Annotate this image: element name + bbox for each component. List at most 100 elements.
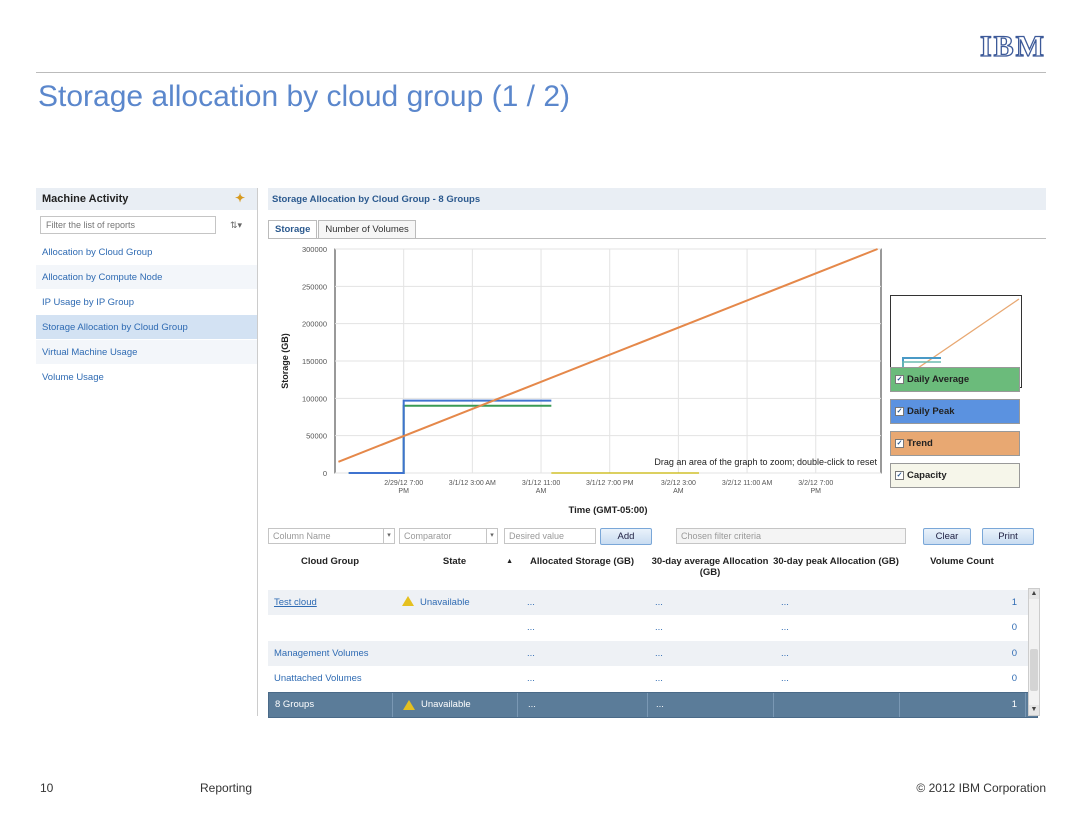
column-header-state[interactable]: State ▲ [392, 554, 517, 590]
peak-cell: ... [781, 622, 789, 634]
legend-daily-peak[interactable]: ✓ Daily Peak [890, 399, 1020, 424]
allocated-cell: ... [527, 673, 535, 685]
x-tick-label-line2: PM [811, 488, 822, 495]
avg-cell: ... [655, 647, 663, 659]
y-tick-label: 50000 [306, 432, 327, 441]
total-group-cell: 8 Groups [269, 693, 393, 717]
print-button[interactable]: Print [982, 528, 1034, 545]
title-rule [36, 72, 1046, 73]
y-tick-label: 150000 [302, 357, 327, 366]
sidebar-title: Machine Activity [42, 193, 129, 205]
x-tick-label: 3/2/12 7:00 [798, 480, 833, 487]
total-peak-cell [774, 693, 900, 717]
y-tick-label: 300000 [302, 245, 327, 254]
sidebar-filter: ⇅▾ [36, 210, 257, 240]
x-tick-label: 3/2/12 11:00 AM [722, 480, 773, 487]
state-text: Unavailable [420, 597, 470, 609]
chart-area[interactable]: 0 50000 100000 150000 200000 250000 300000 2/29… [268, 239, 1046, 515]
comparator-select[interactable]: Comparator ▾ [399, 528, 498, 544]
sort-icon[interactable]: ⇅▾ [230, 220, 242, 231]
column-header-30-day-peak[interactable]: 30-day peak Allocation (GB) [773, 554, 899, 590]
total-state-cell: Unavailable [393, 693, 518, 717]
cloud-group-cell: Unattached Volumes [274, 673, 362, 685]
cloud-group-cell: Management Volumes [274, 647, 369, 659]
table-header: Cloud Group State ▲ Allocated Storage (GB… [268, 554, 1038, 590]
x-axis-label: Time (GMT-05:00) [568, 505, 647, 515]
column-header-cloud-group[interactable]: Cloud Group [268, 554, 392, 590]
avg-cell: ... [655, 622, 663, 634]
x-tick-label-line2: AM [673, 488, 684, 495]
copyright: © 2012 IBM Corporation [916, 781, 1046, 795]
avg-cell: ... [655, 596, 663, 608]
cloud-group-link[interactable]: Test cloud [268, 597, 392, 608]
x-tick-label: 3/1/12 7:00 PM [586, 480, 634, 487]
reports-sidebar: Machine Activity ✦ ⇅▾ Allocation by Clou… [36, 188, 258, 716]
scroll-down-icon[interactable]: ▼ [1029, 705, 1039, 715]
legend-daily-average[interactable]: ✓ Daily Average [890, 367, 1020, 392]
allocated-cell: ... [527, 647, 535, 659]
total-avg-cell: ... [648, 693, 774, 717]
peak-cell: ... [781, 596, 789, 608]
count-cell: 0 [1011, 673, 1017, 685]
total-allocated-cell: ... [518, 693, 648, 717]
section-name: Reporting [200, 781, 253, 795]
sidebar-item-volume-usage[interactable]: Volume Usage [36, 365, 257, 390]
sidebar-header: Machine Activity ✦ [36, 188, 257, 210]
sidebar-item-ip-usage[interactable]: IP Usage by IP Group [36, 290, 257, 315]
sidebar-item-allocation-by-cloud-group[interactable]: Allocation by Cloud Group [36, 240, 257, 265]
y-tick-label: 100000 [302, 394, 327, 403]
report-app: Machine Activity ✦ ⇅▾ Allocation by Clou… [36, 188, 1046, 718]
scrollbar-thumb[interactable] [1030, 649, 1038, 691]
count-cell: 0 [1011, 647, 1017, 659]
sidebar-item-storage-allocation[interactable]: Storage Allocation by Cloud Group [36, 315, 257, 340]
input-placeholder: Desired value [509, 531, 565, 541]
x-tick-label-line2: AM [536, 488, 547, 495]
checkbox-icon[interactable]: ✓ [895, 407, 904, 416]
x-tick-label: 3/1/12 11:00 [522, 480, 561, 487]
scroll-up-icon[interactable]: ▲ [1029, 589, 1039, 599]
column-header-30-day-average[interactable]: 30-day average Allocation (GB) [647, 554, 773, 590]
sort-ascending-icon[interactable]: ▲ [506, 558, 513, 565]
column-header-volume-count[interactable]: Volume Count [899, 554, 1025, 590]
table-total-row[interactable]: 8 Groups Unavailable ... ... 1 [268, 692, 1038, 718]
peak-cell: ... [781, 647, 789, 659]
select-value: Column Name [273, 531, 331, 541]
refresh-icon[interactable]: ✦ [235, 191, 245, 205]
select-value: Comparator [404, 531, 452, 541]
table-row[interactable]: Test cloud Unavailable ... ... ... 1 [268, 590, 1038, 616]
desired-value-input[interactable]: Desired value [504, 528, 596, 544]
legend-capacity[interactable]: ✓ Capacity [890, 463, 1020, 488]
sidebar-item-virtual-machine-usage[interactable]: Virtual Machine Usage [36, 340, 257, 365]
report-filter-input[interactable] [40, 216, 216, 234]
column-name-select[interactable]: Column Name ▾ [268, 528, 395, 544]
clear-button[interactable]: Clear [923, 528, 971, 545]
x-tick-label: 3/2/12 3:00 [661, 480, 696, 487]
warning-icon [402, 596, 414, 607]
chevron-down-icon[interactable]: ▾ [383, 529, 394, 543]
y-tick-label: 250000 [302, 282, 327, 291]
x-tick-label: 3/1/12 3:00 AM [449, 480, 496, 487]
checkbox-icon[interactable]: ✓ [895, 471, 904, 480]
tab-number-of-volumes[interactable]: Number of Volumes [318, 220, 416, 238]
state-cell: Unavailable [392, 596, 517, 608]
storage-chart[interactable]: 0 50000 100000 150000 200000 250000 300000 2/29… [268, 239, 888, 515]
checkbox-icon[interactable]: ✓ [895, 439, 904, 448]
table-row[interactable]: Unattached Volumes ... ... ... 0 [268, 667, 1038, 692]
y-axis-label: Storage (GB) [280, 333, 290, 389]
legend-trend[interactable]: ✓ Trend [890, 431, 1020, 456]
chart-tabs: Storage Number of Volumes [268, 220, 1046, 239]
add-button[interactable]: Add [600, 528, 652, 545]
state-text: Unavailable [421, 699, 471, 711]
checkbox-icon[interactable]: ✓ [895, 375, 904, 384]
table-row[interactable]: Management Volumes ... ... ... 0 [268, 641, 1038, 667]
tab-storage[interactable]: Storage [268, 220, 318, 238]
zoom-hint: Drag an area of the graph to zoom; doubl… [654, 457, 877, 467]
legend-label: Daily Average [907, 374, 970, 385]
chevron-down-icon[interactable]: ▾ [486, 529, 497, 543]
legend-label: Capacity [907, 470, 947, 481]
x-tick-label-line2: PM [398, 488, 409, 495]
table-scrollbar[interactable]: ▲ ▼ [1028, 588, 1040, 716]
column-header-allocated-storage[interactable]: Allocated Storage (GB) [517, 554, 647, 590]
sidebar-item-allocation-by-compute-node[interactable]: Allocation by Compute Node [36, 265, 257, 290]
table-row[interactable]: ... ... ... 0 [268, 616, 1038, 641]
